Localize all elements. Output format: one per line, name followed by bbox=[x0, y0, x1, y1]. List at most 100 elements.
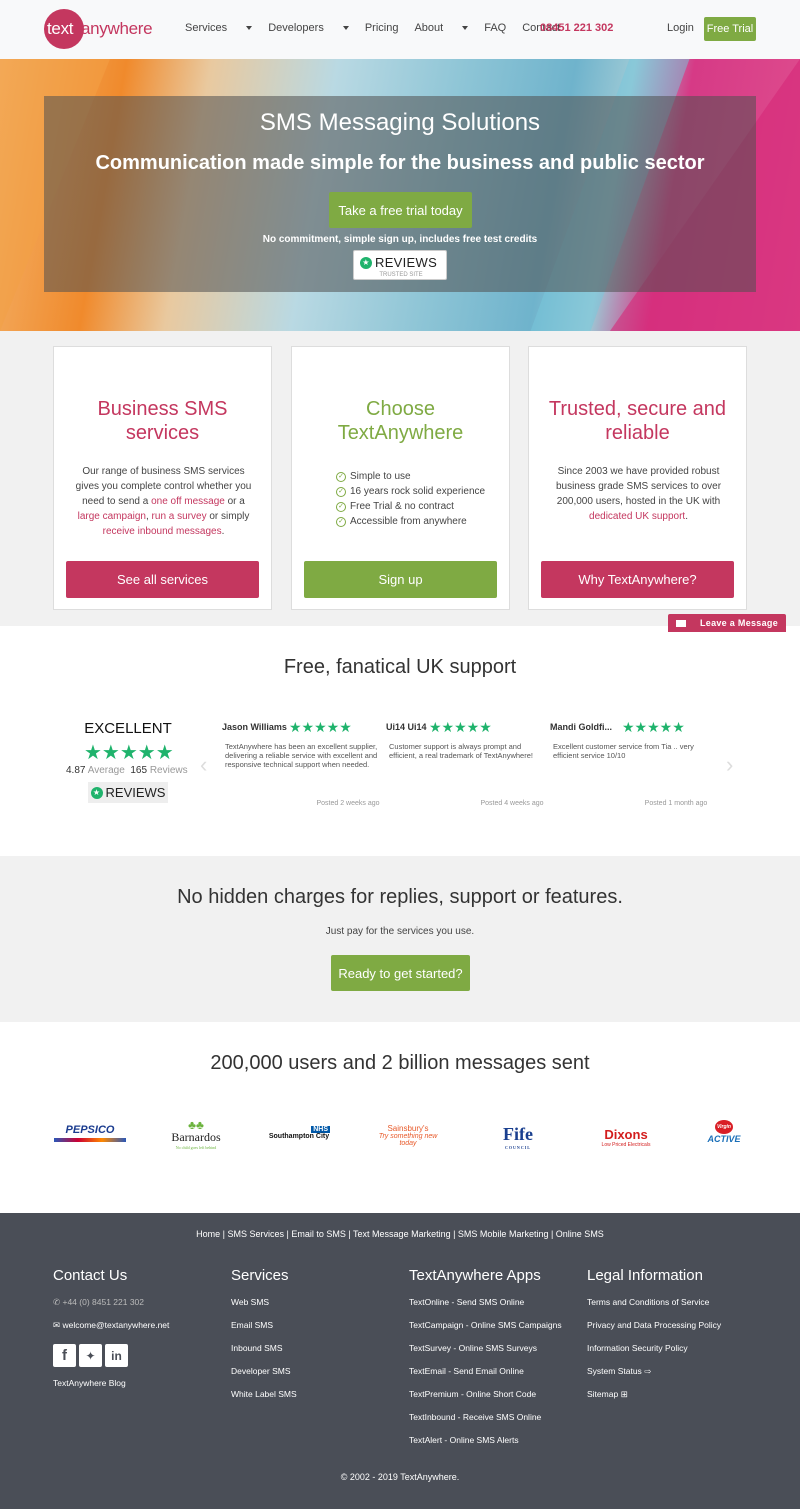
client-name: Fife bbox=[503, 1124, 533, 1144]
carousel-next-icon[interactable]: › bbox=[726, 752, 736, 777]
footer-link-text: Sitemap bbox=[587, 1389, 619, 1399]
users-heading: 200,000 users and 2 billion messages sen… bbox=[210, 1052, 590, 1074]
run-survey-link[interactable]: run a survey bbox=[152, 511, 207, 522]
free-trial-button[interactable]: Free Trial bbox=[704, 17, 756, 41]
card-choose-textanywhere: Choose TextAnywhere ✓ Simple to use ✓ 16 y… bbox=[291, 346, 510, 610]
footer-link[interactable]: TextOnline - Send SMS Online bbox=[409, 1298, 562, 1307]
footer-link[interactable]: White Label SMS bbox=[231, 1390, 297, 1399]
client-name: Southampton City bbox=[268, 1133, 330, 1140]
nav-services[interactable]: Services bbox=[185, 22, 253, 34]
footer-link[interactable]: TextEmail - Send Email Online bbox=[409, 1367, 562, 1376]
rating-word: EXCELLENT bbox=[84, 720, 172, 737]
see-all-services-button[interactable]: See all services bbox=[66, 561, 259, 598]
leave-message-button[interactable]: Leave a Message bbox=[668, 614, 786, 632]
figures-icon: ♣♣ bbox=[188, 1118, 204, 1132]
why-textanywhere-button[interactable]: Why TextAnywhere? bbox=[541, 561, 734, 598]
card-trusted-secure: Trusted, secure and reliable Since 2003 … bbox=[528, 346, 747, 610]
reviews-logo[interactable]: ★ REVIEWS bbox=[88, 782, 168, 803]
footer-links[interactable]: Home | SMS Services | Email to SMS | Tex… bbox=[0, 1229, 800, 1239]
review-stars-icon: ★★★★★ bbox=[289, 719, 352, 735]
carousel-prev-icon[interactable]: ‹ bbox=[200, 752, 210, 777]
dedicated-uk-support-link[interactable]: dedicated UK support bbox=[589, 511, 685, 522]
footer-blog-link[interactable]: TextAnywhere Blog bbox=[53, 1379, 169, 1388]
rating-stars-icon: ★★★★★ bbox=[84, 742, 174, 764]
footer-heading: Legal Information bbox=[587, 1267, 703, 1284]
client-name: Barnardos bbox=[171, 1130, 221, 1144]
footer-link[interactable]: Email SMS bbox=[231, 1321, 297, 1330]
fife-council-logo: Fife COUNCIL bbox=[485, 1124, 551, 1150]
card-title: Business SMS services bbox=[97, 398, 228, 444]
footer-heading: Services bbox=[231, 1267, 289, 1284]
caret-down-icon bbox=[462, 26, 469, 30]
list-item: ✓ 16 years rock solid experience bbox=[336, 484, 485, 499]
footer-link[interactable]: TextCampaign - Online SMS Campaigns bbox=[409, 1321, 562, 1330]
nav-faq[interactable]: FAQ bbox=[484, 22, 506, 34]
inbound-messages-link[interactable]: receive inbound messages bbox=[103, 526, 222, 537]
card-body: Since 2003 we have provided robust busin… bbox=[549, 464, 728, 524]
footer-link[interactable]: TextAlert - Online SMS Alerts bbox=[409, 1436, 562, 1445]
client-tagline: Try something new today bbox=[378, 1133, 438, 1147]
caret-down-icon bbox=[342, 26, 349, 30]
footer-heading: Contact Us bbox=[53, 1267, 128, 1284]
average-rating: 4.87 Average 165 Reviews bbox=[66, 765, 188, 776]
review-stars-icon: ★★★★★ bbox=[429, 719, 492, 735]
twitter-icon[interactable]: ✦ bbox=[79, 1344, 102, 1367]
footer-link[interactable]: Developer SMS bbox=[231, 1367, 297, 1376]
footer-phone[interactable]: ✆ +44 (0) 8451 221 302 bbox=[53, 1298, 169, 1307]
review-text: Customer support is always prompt and ef… bbox=[389, 742, 533, 760]
hero-subtitle: Communication made simple for the busine… bbox=[95, 152, 705, 174]
footer-link[interactable]: Inbound SMS bbox=[231, 1344, 297, 1353]
reviewer-name: Jason Williams bbox=[222, 722, 287, 732]
card-text: or a bbox=[224, 496, 245, 507]
check-circle-icon: ✓ bbox=[336, 471, 346, 482]
footer-link[interactable]: Terms and Conditions of Service bbox=[587, 1298, 721, 1307]
nav-about[interactable]: About bbox=[414, 22, 469, 34]
phone-number[interactable]: 08451 221 302 bbox=[540, 22, 613, 34]
nav-developers[interactable]: Developers bbox=[268, 22, 349, 34]
footer-link[interactable]: Privacy and Data Processing Policy bbox=[587, 1321, 721, 1330]
footer-apps-column: TextAnywhere Apps TextOnline - Send SMS … bbox=[409, 1267, 562, 1459]
card-title: Trusted, secure and reliable bbox=[548, 398, 727, 444]
textanywhere-logo[interactable]: text anywhere bbox=[44, 9, 153, 49]
facebook-icon[interactable]: f bbox=[53, 1344, 76, 1367]
external-link-icon: ⇨ bbox=[644, 1366, 652, 1376]
client-name: Sainsbury's bbox=[387, 1124, 429, 1133]
nav-pricing[interactable]: Pricing bbox=[365, 22, 399, 34]
footer-heading: TextAnywhere Apps bbox=[409, 1267, 541, 1284]
get-started-button[interactable]: Ready to get started? bbox=[331, 955, 470, 991]
footer-link[interactable]: Web SMS bbox=[231, 1298, 297, 1307]
client-name: ACTIVE bbox=[707, 1134, 741, 1144]
dixons-logo: Dixons Low Priced Electricals bbox=[592, 1127, 660, 1148]
list-item: ✓ Accessible from anywhere bbox=[336, 514, 485, 529]
reviews-badge[interactable]: ★ REVIEWS TRUSTED SITE bbox=[353, 250, 447, 280]
large-campaign-link[interactable]: large campaign bbox=[78, 511, 146, 522]
leave-message-label: Leave a Message bbox=[699, 618, 779, 628]
pricing-heading: No hidden charges for replies, support o… bbox=[177, 886, 623, 908]
hero-free-trial-button[interactable]: Take a free trial today bbox=[329, 192, 472, 228]
footer-link-system-status[interactable]: System Status ⇨ bbox=[587, 1367, 721, 1376]
nhs-mark: NHS bbox=[311, 1126, 330, 1133]
list-item-text: Accessible from anywhere bbox=[350, 516, 467, 527]
footer-email[interactable]: ✉ welcome@textanywhere.net bbox=[53, 1321, 169, 1330]
card-text: . bbox=[685, 511, 688, 522]
average-value: 4.87 bbox=[66, 765, 86, 776]
footer-link[interactable]: TextSurvey - Online SMS Surveys bbox=[409, 1344, 562, 1353]
client-tagline: COUNCIL bbox=[505, 1145, 531, 1150]
list-item-text: Simple to use bbox=[350, 471, 411, 482]
list-item-text: 16 years rock solid experience bbox=[350, 486, 486, 497]
nhs-southampton-logo: NHS Southampton City bbox=[268, 1126, 330, 1140]
one-off-message-link[interactable]: one off message bbox=[151, 496, 225, 507]
virgin-active-logo: Virgin ACTIVE bbox=[700, 1120, 748, 1144]
login-link[interactable]: Login bbox=[667, 22, 694, 34]
footer-link[interactable]: Information Security Policy bbox=[587, 1344, 721, 1353]
client-name: PEPSICO bbox=[65, 1124, 115, 1136]
trusted-site-tag: TRUSTED SITE bbox=[379, 272, 423, 278]
reviews-logo-text: REVIEWS bbox=[105, 785, 166, 800]
footer-link-sitemap[interactable]: Sitemap ⊞ bbox=[587, 1390, 721, 1399]
footer-link[interactable]: TextPremium - Online Short Code bbox=[409, 1390, 562, 1399]
client-tagline: No child goes left behind bbox=[175, 1145, 217, 1150]
card-title: Choose TextAnywhere bbox=[337, 398, 464, 444]
footer-link[interactable]: TextInbound - Receive SMS Online bbox=[409, 1413, 562, 1422]
linkedin-icon[interactable]: in bbox=[105, 1344, 128, 1367]
sign-up-button[interactable]: Sign up bbox=[304, 561, 497, 598]
